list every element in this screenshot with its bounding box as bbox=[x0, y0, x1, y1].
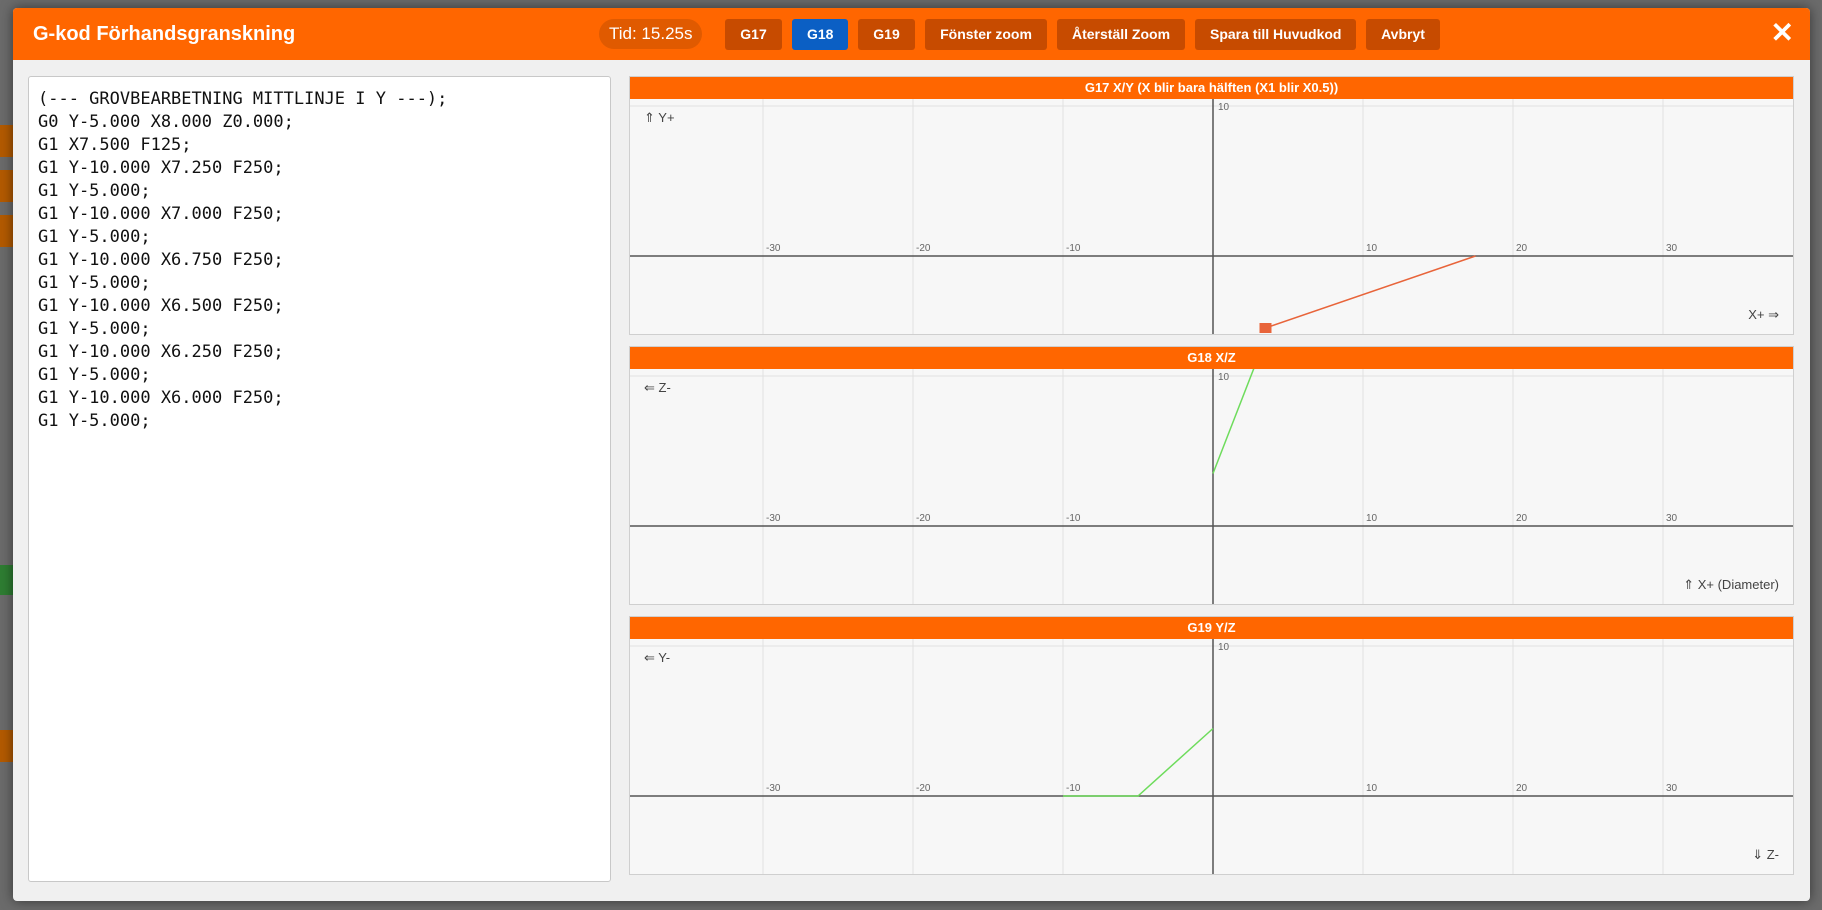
x-tick-label: 10 bbox=[1366, 243, 1378, 254]
code-line: G0 Y-5.000 X8.000 Z0.000; bbox=[38, 112, 294, 132]
time-badge: Tid: 15.25s bbox=[599, 19, 703, 49]
code-line: G1 Y-5.000; bbox=[38, 411, 151, 431]
x-tick-label: -10 bbox=[1066, 513, 1081, 524]
g17-xy-panel: G17 X/Y (X blir bara hälften (X1 blir X0… bbox=[629, 76, 1794, 335]
y-tick-label: 10 bbox=[1218, 642, 1230, 653]
code-line: G1 Y-10.000 X6.250 F250; bbox=[38, 342, 284, 362]
tool-position-marker bbox=[1259, 323, 1272, 333]
code-line: G1 Y-5.000; bbox=[38, 227, 151, 247]
panel-title: G17 X/Y (X blir bara hälften (X1 blir X0… bbox=[630, 77, 1793, 99]
code-line: (--- GROVBEARBETNING MITTLINJE I Y ---); bbox=[38, 89, 448, 109]
gcode-preview-dialog: G-kod Förhandsgranskning Tid: 15.25s G17… bbox=[13, 8, 1810, 901]
x-tick-label: 20 bbox=[1516, 243, 1528, 254]
y-tick-label: 10 bbox=[1218, 102, 1230, 113]
dialog-title: G-kod Förhandsgranskning bbox=[33, 23, 296, 45]
x-tick-label: 20 bbox=[1516, 513, 1528, 524]
x-tick-label: 10 bbox=[1366, 513, 1378, 524]
dialog-header: G-kod Förhandsgranskning Tid: 15.25s G17… bbox=[13, 8, 1810, 60]
plot-canvas[interactable]: -30 -20 -10 10 20 30 10 bbox=[630, 369, 1793, 604]
code-line: G1 Y-10.000 X6.750 F250; bbox=[38, 250, 284, 270]
window-zoom-button[interactable]: Fönster zoom bbox=[925, 19, 1047, 50]
toolpath-line bbox=[1212, 369, 1255, 474]
cancel-button[interactable]: Avbryt bbox=[1366, 19, 1440, 50]
plot-canvas[interactable]: -30 -20 -10 10 20 30 10 bbox=[630, 639, 1793, 874]
x-tick-label: -30 bbox=[766, 513, 781, 524]
g19-yz-panel: G19 Y/Z -30 -20 -10 10 20 30 10 ⇐ Y- ⇓ Z- bbox=[629, 616, 1794, 875]
background-row bbox=[0, 730, 14, 762]
g18-button[interactable]: G18 bbox=[792, 19, 848, 50]
x-tick-label: 10 bbox=[1366, 783, 1378, 794]
g19-button[interactable]: G19 bbox=[858, 19, 915, 50]
x-tick-label: 30 bbox=[1666, 243, 1678, 254]
x-tick-label: 30 bbox=[1666, 513, 1678, 524]
code-line: G1 Y-5.000; bbox=[38, 319, 151, 339]
horizontal-axis-label: X+ ⇒ bbox=[1748, 307, 1779, 322]
background-row bbox=[0, 170, 14, 202]
toolpath-line bbox=[1063, 727, 1214, 797]
x-tick-label: -20 bbox=[916, 513, 931, 524]
panel-title: G18 X/Z bbox=[630, 347, 1793, 369]
background-row bbox=[0, 215, 14, 247]
x-tick-label: 20 bbox=[1516, 783, 1528, 794]
save-to-main-code-button[interactable]: Spara till Huvudkod bbox=[1195, 19, 1356, 50]
plot-canvas[interactable]: -30 -20 -10 10 20 30 10 bbox=[630, 99, 1793, 334]
y-tick-label: 10 bbox=[1218, 372, 1230, 383]
horizontal-axis-label: ⇓ Z- bbox=[1752, 847, 1779, 862]
x-tick-label: -10 bbox=[1066, 783, 1081, 794]
reset-zoom-button[interactable]: Återställ Zoom bbox=[1057, 19, 1185, 50]
code-line: G1 Y-5.000; bbox=[38, 365, 151, 385]
x-tick-label: 30 bbox=[1666, 783, 1678, 794]
x-tick-label: -30 bbox=[766, 243, 781, 254]
x-tick-label: -10 bbox=[1066, 243, 1081, 254]
g17-button[interactable]: G17 bbox=[725, 19, 782, 50]
horizontal-axis-label: ⇑ X+ (Diameter) bbox=[1683, 577, 1779, 592]
vertical-axis-label: ⇐ Z- bbox=[644, 380, 671, 395]
vertical-axis-label: ⇐ Y- bbox=[644, 650, 671, 665]
code-line: G1 Y-10.000 X7.000 F250; bbox=[38, 204, 284, 224]
gcode-editor[interactable]: (--- GROVBEARBETNING MITTLINJE I Y ---);… bbox=[28, 76, 611, 882]
x-tick-label: -20 bbox=[916, 783, 931, 794]
x-tick-label: -20 bbox=[916, 243, 931, 254]
toolpath-line bbox=[1265, 255, 1476, 329]
vertical-axis-label: ⇑ Y+ bbox=[644, 110, 675, 125]
panel-title: G19 Y/Z bbox=[630, 617, 1793, 639]
background-row bbox=[0, 565, 14, 595]
x-tick-label: -30 bbox=[766, 783, 781, 794]
code-line: G1 Y-10.000 X6.000 F250; bbox=[38, 388, 284, 408]
code-line: G1 Y-5.000; bbox=[38, 181, 151, 201]
close-icon[interactable]: ✕ bbox=[1771, 18, 1794, 48]
code-line: G1 X7.500 F125; bbox=[38, 135, 192, 155]
code-line: G1 Y-5.000; bbox=[38, 273, 151, 293]
code-line: G1 Y-10.000 X6.500 F250; bbox=[38, 296, 284, 316]
background-row bbox=[0, 125, 14, 157]
g18-xz-panel: G18 X/Z -30 -20 -10 10 20 30 10 ⇐ Z- ⇑ X+ (Diamet… bbox=[629, 346, 1794, 605]
code-line: G1 Y-10.000 X7.250 F250; bbox=[38, 158, 284, 178]
